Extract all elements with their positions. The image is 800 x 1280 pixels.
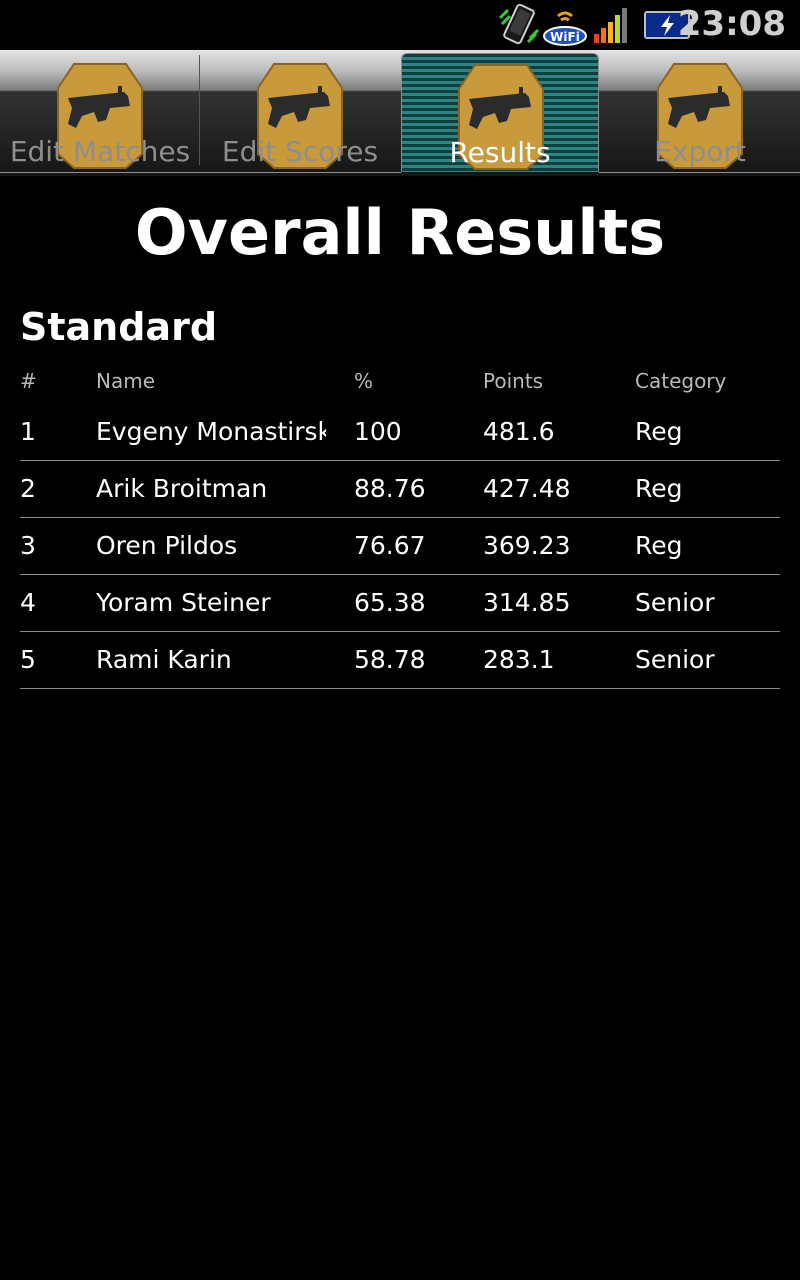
percent-cell: 88.76 [354,474,426,503]
points-cell: 481.6 [483,417,555,446]
section-title: Standard [20,305,218,349]
category-cell: Reg [635,531,683,560]
rank-cell: 5 [20,645,36,674]
table-row[interactable]: 3 Oren Pildos 76.67 369.23 Reg [20,518,780,575]
tab-label: Results [449,136,551,169]
tab-baseline [0,172,401,173]
tab-label: Edit Scores [221,135,379,168]
signal-bars-icon [594,8,627,43]
col-header-rank[interactable]: # [20,369,37,393]
table-row[interactable]: 4 Yoram Steiner 65.38 314.85 Senior [20,575,780,632]
tab-results[interactable]: Results [401,53,599,172]
percent-cell: 76.67 [354,531,426,560]
tab-export[interactable]: Export [600,50,800,172]
name-cell: Arik Broitman [96,474,268,503]
rank-cell: 4 [20,588,36,617]
percent-cell: 100 [354,417,402,446]
col-header-percent[interactable]: % [354,369,373,393]
tab-label: Edit Matches [9,135,191,168]
results-table: 1 Evgeny Monastirsky 100 481.6 Reg 2 Ari… [20,404,780,689]
rank-cell: 2 [20,474,36,503]
category-cell: Senior [635,645,715,674]
rank-cell: 1 [20,417,36,446]
col-header-category[interactable]: Category [635,369,726,393]
category-cell: Senior [635,588,715,617]
wifi-icon: WiFi [543,11,587,46]
table-row[interactable]: 5 Rami Karin 58.78 283.1 Senior [20,632,780,689]
points-cell: 427.48 [483,474,571,503]
points-cell: 314.85 [483,588,571,617]
table-row[interactable]: 2 Arik Broitman 88.76 427.48 Reg [20,461,780,518]
category-cell: Reg [635,474,683,503]
name-cell: Oren Pildos [96,531,238,560]
tab-baseline [599,172,800,173]
points-cell: 283.1 [483,645,555,674]
percent-cell: 65.38 [354,588,426,617]
name-cell: Yoram Steiner [96,588,271,617]
table-row[interactable]: 1 Evgeny Monastirsky 100 481.6 Reg [20,404,780,461]
rank-cell: 3 [20,531,36,560]
percent-cell: 58.78 [354,645,426,674]
col-header-points[interactable]: Points [483,369,543,393]
tab-label: Export [654,135,746,168]
name-cell: Evgeny Monastirsky [96,417,326,446]
status-bar: WiFi 23:08 [0,0,800,50]
wifi-badge-text: WiFi [550,30,580,44]
name-cell: Rami Karin [96,645,232,674]
tab-bar: Edit Matches Edit Scores Results Export [0,50,800,176]
points-cell: 369.23 [483,531,571,560]
page-title: Overall Results [134,196,666,269]
sync-icon [498,3,540,45]
category-cell: Reg [635,417,683,446]
tab-edit-matches[interactable]: Edit Matches [0,50,200,172]
status-clock: 23:08 [677,4,786,44]
tab-edit-scores[interactable]: Edit Scores [200,50,400,172]
col-header-name[interactable]: Name [96,369,155,393]
